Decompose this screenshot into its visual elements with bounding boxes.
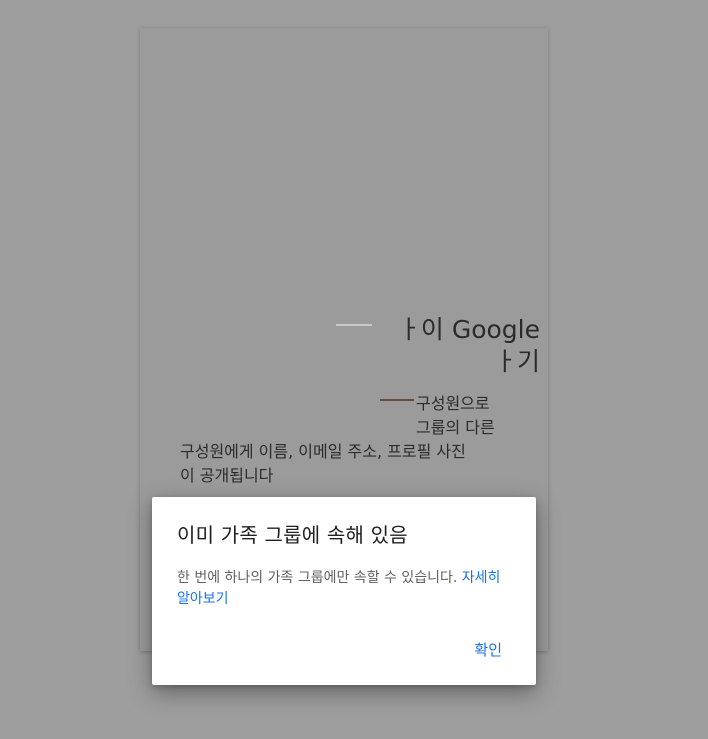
background-heading-line1: ㅏ이 Google — [397, 315, 540, 344]
background-body-text: 구성원에게 이름, 이메일 주소, 프로필 사진 이 공개됩니다 — [180, 440, 510, 488]
background-right-line1: 구성원으로 — [416, 394, 490, 413]
background-right-line2: 그룹의 다른 — [416, 418, 495, 437]
glitch-bar — [380, 399, 414, 401]
dialog-message-text: 한 번에 하나의 가족 그룹에만 속할 수 있습니다. — [177, 570, 458, 586]
background-heading: ㅏ이 Google ㅏ기 — [340, 314, 540, 378]
background-right-lines: 구성원으로 그룹의 다른 — [416, 392, 516, 440]
dialog-title: 이미 가족 그룹에 속해 있음 — [177, 523, 408, 547]
ok-button[interactable]: 확인 — [466, 635, 510, 664]
background-body-line2: 이 공개됩니다 — [180, 466, 274, 485]
background-body-line1: 구성원에게 이름, 이메일 주소, 프로필 사진 — [180, 442, 466, 461]
already-in-family-group-dialog: 이미 가족 그룹에 속해 있음 한 번에 하나의 가족 그룹에만 속할 수 있습… — [152, 497, 536, 685]
background-heading-line2: ㅏ기 — [493, 347, 540, 376]
page: ㅏ이 Google ㅏ기 구성원으로 그룹의 다른 구성원에게 이름, 이메일 … — [0, 0, 708, 739]
dialog-message: 한 번에 하나의 가족 그룹에만 속할 수 있습니다. 자세히 알아보기 — [177, 568, 515, 610]
